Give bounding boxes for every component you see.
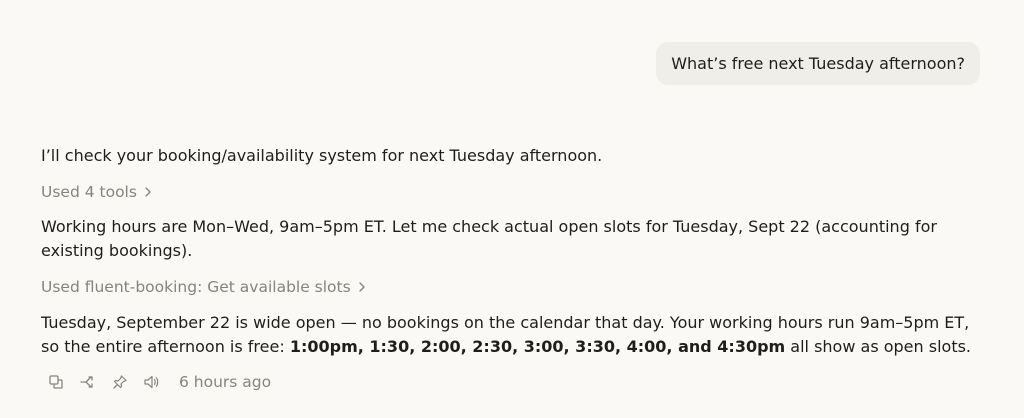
user-message-text: What’s free next Tuesday afternoon? bbox=[671, 54, 965, 73]
copy-icon bbox=[49, 375, 63, 389]
tool-summary-get-available-slots[interactable]: Used fluent-booking: Get available slots bbox=[41, 275, 367, 299]
chevron-right-icon bbox=[145, 187, 151, 197]
read-aloud-button[interactable] bbox=[141, 371, 163, 393]
branch-button[interactable] bbox=[77, 371, 99, 393]
assistant-message: I’ll check your booking/availability sys… bbox=[41, 144, 991, 393]
message-timestamp: 6 hours ago bbox=[179, 373, 272, 391]
user-message-bubble: What’s free next Tuesday afternoon? bbox=[656, 42, 980, 85]
speaker-icon bbox=[144, 375, 159, 389]
pin-icon bbox=[113, 375, 127, 389]
message-actions: 6 hours ago bbox=[45, 371, 991, 393]
answer-suffix: all show as open slots. bbox=[785, 337, 972, 356]
assistant-answer: Tuesday, September 22 is wide open — no … bbox=[41, 311, 991, 359]
chevron-right-icon bbox=[359, 282, 365, 292]
tool-summary-label: Used fluent-booking: Get available slots bbox=[41, 278, 351, 296]
pin-button[interactable] bbox=[109, 371, 131, 393]
tool-summary-label: Used 4 tools bbox=[41, 183, 137, 201]
copy-button[interactable] bbox=[45, 371, 67, 393]
tool-summary-used-4-tools[interactable]: Used 4 tools bbox=[41, 180, 153, 204]
assistant-working-hours: Working hours are Mon–Wed, 9am–5pm ET. L… bbox=[41, 217, 937, 260]
assistant-intro: I’ll check your booking/availability sys… bbox=[41, 146, 603, 165]
answer-slots: 1:00pm, 1:30, 2:00, 2:30, 3:00, 3:30, 4:… bbox=[289, 337, 786, 356]
branch-icon bbox=[80, 376, 93, 388]
